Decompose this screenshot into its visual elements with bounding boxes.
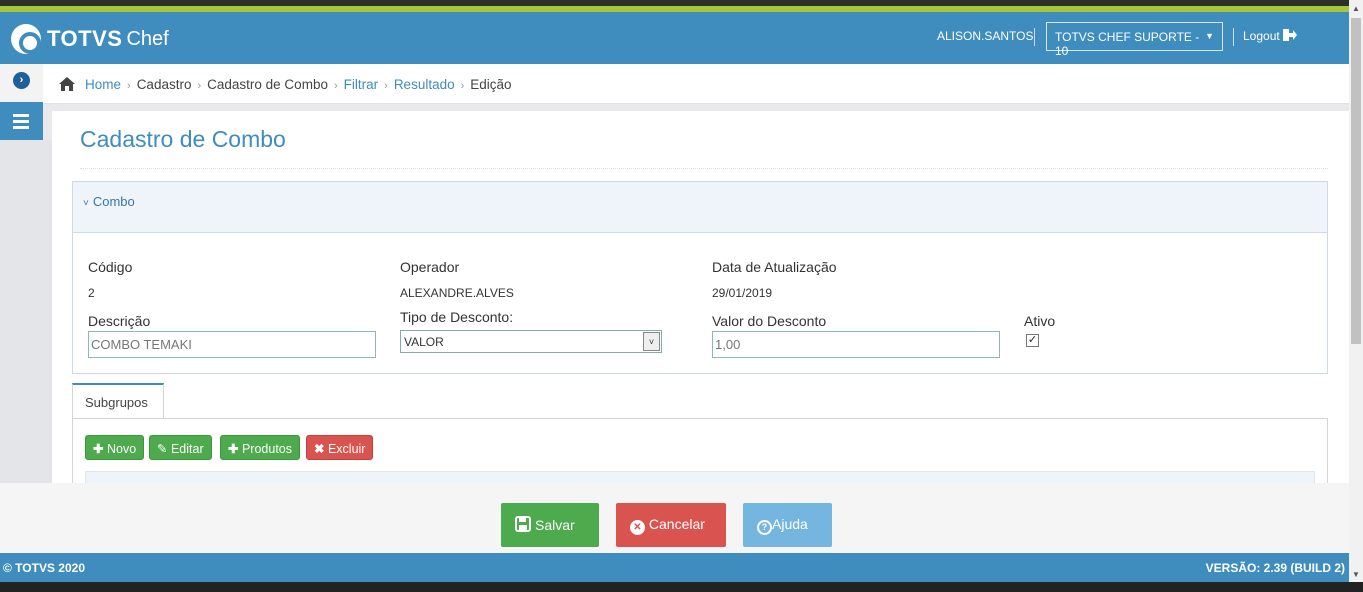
times-circle-icon: ✕: [630, 520, 645, 535]
tipo-desconto-select[interactable]: VALOR ˅: [400, 330, 662, 353]
combo-panel-header[interactable]: ˅ Combo: [73, 182, 1327, 233]
tenant-select-value: TOTVS CHEF SUPORTE - 10: [1055, 30, 1200, 58]
valor-desconto-input[interactable]: 1,00: [712, 331, 1000, 358]
logo-text-bold: TOTVS: [47, 26, 123, 51]
descricao-label: Descrição: [88, 313, 151, 329]
chevron-down-icon: ˅: [83, 198, 89, 209]
scroll-up-icon[interactable]: ▲: [1352, 4, 1360, 13]
logout-icon: [1283, 29, 1298, 41]
chevron-right-icon: ›: [197, 80, 202, 92]
action-bar: Salvar ✕ Cancelar ? Ajuda: [0, 483, 1349, 553]
breadcrumb-cadastro: Cadastro: [136, 77, 192, 92]
subgrupos-grid: [85, 471, 1315, 483]
ativo-label: Ativo: [1024, 313, 1056, 329]
excluir-label: Excluir: [327, 442, 366, 456]
page-scrollbar[interactable]: ▲ ▼: [1349, 0, 1363, 583]
question-circle-icon: ?: [757, 520, 772, 535]
breadcrumb-filtrar[interactable]: Filtrar: [344, 77, 379, 92]
cancel-button[interactable]: ✕ Cancelar: [616, 503, 726, 547]
tipo-desconto-label: Tipo de Desconto:: [400, 309, 514, 325]
main-content: Cadastro de Combo ˅ Combo Código 2 Operad…: [52, 111, 1349, 483]
operador-label: Operador: [400, 259, 460, 275]
times-icon: ✖: [314, 442, 325, 456]
edit-icon: ✎: [157, 442, 168, 456]
editar-label: Editar: [170, 442, 204, 456]
title-divider: [80, 168, 1328, 169]
breadcrumb-edicao: Edição: [470, 77, 512, 92]
sidebar-toggle[interactable]: ›: [0, 64, 43, 102]
scroll-down-icon[interactable]: ▼: [1352, 570, 1360, 579]
save-button[interactable]: Salvar: [501, 503, 599, 547]
chevron-right-icon: ›: [333, 80, 338, 92]
header-divider: [1233, 28, 1234, 46]
codigo-label: Código: [88, 259, 133, 275]
codigo-value: 2: [88, 286, 95, 300]
totvs-chef-logo[interactable]: TOTVS Chef: [11, 24, 169, 54]
totvs-logo-icon: [11, 24, 41, 54]
chevron-right-icon: ›: [127, 80, 131, 92]
home-icon[interactable]: [59, 77, 75, 91]
excluir-button[interactable]: ✖ Excluir: [306, 435, 374, 460]
produtos-label: Produtos: [241, 442, 292, 456]
sidebar-background: [0, 140, 52, 483]
plus-icon: ✚: [93, 442, 104, 456]
footer-copyright: © TOTVS 2020: [3, 561, 85, 575]
produtos-button[interactable]: ✚ Produtos: [220, 435, 300, 460]
menu-button[interactable]: [0, 102, 43, 140]
data-atualizacao-label: Data de Atualização: [712, 259, 837, 275]
chevron-right-icon: ›: [384, 80, 388, 92]
chevron-right-icon: ›: [460, 80, 465, 92]
tenant-select[interactable]: TOTVS CHEF SUPORTE - 10 ▼: [1046, 22, 1223, 58]
hamburger-icon: [13, 114, 29, 117]
chevron-down-icon: ˅: [643, 332, 660, 351]
valor-desconto-label: Valor do Desconto: [712, 313, 827, 329]
plus-icon: ✚: [228, 442, 239, 456]
logout-label: Logout: [1243, 29, 1280, 43]
help-label: Ajuda: [772, 516, 808, 532]
breadcrumb-home[interactable]: Home: [85, 77, 121, 92]
editar-button[interactable]: ✎ Editar: [149, 435, 212, 460]
novo-button[interactable]: ✚ Novo: [85, 435, 145, 460]
tipo-desconto-value: VALOR: [404, 335, 444, 349]
floppy-disk-icon: [515, 516, 531, 532]
chevron-right-circle-icon: ›: [13, 72, 30, 89]
app-header: TOTVS Chef ALISON.SANTOS TOTVS CHEF SUPO…: [0, 12, 1349, 64]
os-taskbar: [0, 582, 1363, 592]
data-atualizacao-value: 29/01/2019: [712, 286, 773, 300]
footer-version: VERSÃO: 2.39 (BUILD 2): [1205, 561, 1345, 575]
logo-text-light: Chef: [126, 27, 169, 50]
breadcrumb-cadastro-combo: Cadastro de Combo: [207, 77, 328, 92]
breadcrumb: Home › Cadastro › Cadastro de Combo › Filtrar ›…: [43, 64, 1349, 104]
novo-label: Novo: [106, 442, 137, 456]
subgrupos-tab-body: ✚ Novo ✎ Editar ✚ Produtos ✖ Excluir: [72, 418, 1328, 483]
combo-panel: ˅ Combo Código 2 Operador ALEXANDRE.ALVES…: [72, 181, 1328, 374]
descricao-input[interactable]: COMBO TEMAKI: [88, 331, 376, 358]
caret-down-icon: ▼: [1205, 31, 1214, 41]
scroll-thumb[interactable]: [1351, 18, 1361, 344]
combo-panel-title: Combo: [92, 194, 135, 209]
help-button[interactable]: ? Ajuda: [743, 503, 832, 547]
footer: © TOTVS 2020 VERSÃO: 2.39 (BUILD 2): [0, 553, 1349, 582]
ativo-checkbox[interactable]: ✓: [1026, 334, 1039, 347]
operador-value: ALEXANDRE.ALVES: [400, 286, 514, 300]
header-divider: [1034, 28, 1035, 46]
cancel-label: Cancelar: [648, 516, 705, 532]
breadcrumb-resultado[interactable]: Resultado: [394, 77, 455, 92]
save-label: Salvar: [535, 517, 575, 533]
page-title: Cadastro de Combo: [80, 126, 286, 152]
user-name: ALISON.SANTOS: [937, 29, 1034, 43]
logout-link[interactable]: Logout: [1243, 29, 1298, 43]
tab-subgrupos[interactable]: Subgrupos: [72, 383, 164, 419]
